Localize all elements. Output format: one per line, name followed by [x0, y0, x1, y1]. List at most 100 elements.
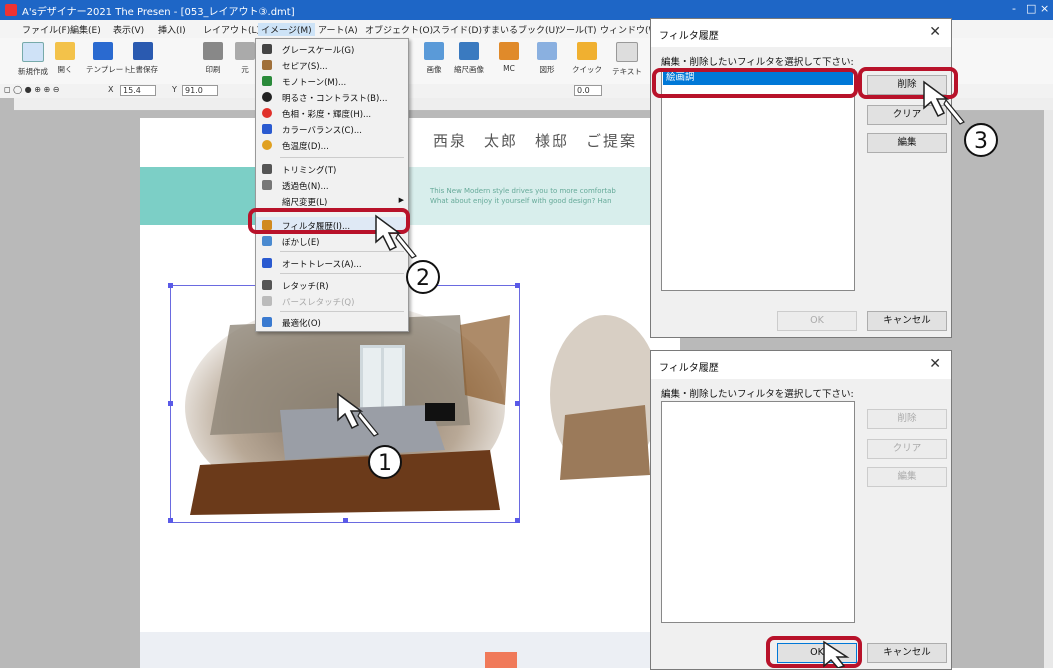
delete-button[interactable]: 削除 — [867, 409, 947, 429]
menu-item-retouch[interactable]: レタッチ(R) — [256, 277, 408, 293]
transparent-icon — [262, 180, 272, 190]
maximize-button[interactable]: □ — [1026, 2, 1036, 15]
trim-icon — [262, 164, 272, 174]
edit-button[interactable]: 編集 — [867, 467, 947, 487]
edit-button[interactable]: 編集 — [867, 133, 947, 153]
menu-item-scale[interactable]: 縮尺変更(L) ▶ — [256, 193, 408, 209]
monotone-icon — [262, 76, 272, 86]
shape-icon — [537, 42, 557, 60]
dialog-title: フィルタ履歴 — [659, 31, 719, 42]
filter-list[interactable]: 絵画調 — [661, 69, 855, 291]
open-button[interactable]: 開く — [48, 42, 82, 75]
dialog-close-icon[interactable]: ✕ — [929, 24, 941, 40]
color-temp-icon — [262, 140, 272, 150]
cursor-arrow-icon — [375, 214, 417, 259]
new-button[interactable]: 新規作成 — [16, 42, 50, 77]
image-icon — [424, 42, 444, 60]
window-title: A'sデザイナー2021 The Presen - [053_レイアウト③.dm… — [22, 7, 295, 18]
print-button[interactable]: 印刷 — [196, 42, 230, 75]
shape-button[interactable]: 図形 — [530, 42, 564, 75]
menu-item-optimize[interactable]: 最適化(O) — [256, 314, 408, 330]
color-balance-icon — [262, 124, 272, 134]
menu-item-color-balance[interactable]: カラーバランス(C)... — [256, 121, 408, 137]
menu-item-perspective-retouch: パースレタッチ(Q) — [256, 293, 408, 309]
slide-caption[interactable]: This New Modern style drives you to more… — [430, 186, 616, 206]
mc-button[interactable]: MC — [492, 42, 526, 73]
menu-file[interactable]: ファイル(F) — [22, 23, 70, 36]
brightness-icon — [262, 92, 272, 102]
dialog-prompt: 編集・削除したいフィルタを選択して下さい: — [661, 389, 854, 400]
template-button[interactable]: テンプレート — [86, 42, 131, 75]
resize-handle[interactable] — [343, 518, 348, 523]
filter-list-empty[interactable] — [661, 401, 855, 623]
zoom-tools-icon[interactable]: ◻ ◯ ● ⊕ ⊕ ⊖ — [4, 85, 59, 94]
resize-handle[interactable] — [515, 283, 520, 288]
minimize-button[interactable]: - — [1012, 2, 1016, 15]
submenu-arrow-icon: ▶ — [398, 196, 404, 204]
callout-1: 1 — [368, 445, 402, 479]
menu-image[interactable]: イメージ(M) — [258, 23, 315, 36]
highlight-list-item — [652, 68, 858, 98]
cancel-button[interactable]: キャンセル — [867, 643, 947, 663]
slide-title[interactable]: 西泉 太郎 様邸 ご提案 — [433, 130, 637, 151]
menu-item-monotone[interactable]: モノトーン(M)... — [256, 73, 408, 89]
menu-item-brightness[interactable]: 明るさ・コントラスト(B)... — [256, 89, 408, 105]
folder-icon — [55, 42, 75, 60]
resize-handle[interactable] — [168, 518, 173, 523]
menu-item-grayscale[interactable]: グレースケール(G) — [256, 41, 408, 57]
image-button[interactable]: 画像 — [417, 42, 451, 75]
dialog-close-icon[interactable]: ✕ — [929, 356, 941, 372]
menu-layout[interactable]: レイアウト(L) — [203, 23, 260, 36]
vertical-scrollbar[interactable] — [1044, 110, 1053, 668]
ok-button[interactable]: OK — [777, 311, 857, 331]
printer-icon — [203, 42, 223, 60]
menu-insert[interactable]: 挿入(I) — [158, 23, 186, 36]
new-icon — [22, 42, 44, 62]
menu-art[interactable]: アート(A) — [318, 23, 358, 36]
resize-handle[interactable] — [515, 518, 520, 523]
close-button[interactable]: × — [1040, 2, 1049, 15]
resize-handle[interactable] — [515, 401, 520, 406]
second-room-image[interactable] — [545, 305, 655, 485]
teal-accent — [140, 167, 262, 225]
text-icon — [616, 42, 638, 62]
quick-button[interactable]: クイック — [570, 42, 604, 75]
cancel-button[interactable]: キャンセル — [867, 311, 947, 331]
menu-tools[interactable]: ツール(T) — [557, 23, 597, 36]
menu-item-sepia[interactable]: セピア(S)... — [256, 57, 408, 73]
y-label: Y — [172, 85, 177, 94]
save-icon — [133, 42, 153, 60]
menu-item-color-temp[interactable]: 色温度(D)... — [256, 137, 408, 153]
scaled-image-button[interactable]: 縮尺画像 — [452, 42, 486, 75]
cursor-arrow-icon — [823, 640, 850, 668]
mc-icon — [499, 42, 519, 60]
title-bar: A'sデザイナー2021 The Presen - [053_レイアウト③.dm… — [0, 0, 1053, 20]
x-input[interactable]: 15.4 — [120, 85, 156, 96]
menu-item-transparent[interactable]: 透過色(N)... — [256, 177, 408, 193]
resize-handle[interactable] — [168, 283, 173, 288]
retouch-icon — [262, 280, 272, 290]
y-input[interactable]: 91.0 — [182, 85, 218, 96]
grayscale-icon — [262, 44, 272, 54]
slide-footer — [140, 632, 680, 668]
quick-icon — [577, 42, 597, 60]
app-icon — [5, 4, 17, 16]
text-button[interactable]: テキスト — [610, 42, 644, 77]
save-button[interactable]: 上書保存 — [126, 42, 160, 75]
dialog-title: フィルタ履歴 — [659, 363, 719, 374]
filter-history-dialog-bottom: フィルタ履歴 ✕ 編集・削除したいフィルタを選択して下さい: 削除 クリア 編集… — [650, 350, 952, 670]
menu-edit[interactable]: 編集(E) — [70, 23, 101, 36]
menu-object[interactable]: オブジェクト(O) — [365, 23, 433, 36]
angle-input[interactable]: 0.0 — [574, 85, 602, 96]
resize-handle[interactable] — [168, 401, 173, 406]
menu-view[interactable]: 表示(V) — [113, 23, 144, 36]
house-icon — [459, 42, 479, 60]
menu-item-hue[interactable]: 色相・彩度・輝度(H)... — [256, 105, 408, 121]
menu-item-trimming[interactable]: トリミング(T) — [256, 161, 408, 177]
menu-separator — [280, 311, 404, 312]
menu-smilebook[interactable]: すまいるブック(U) — [482, 23, 559, 36]
clear-button[interactable]: クリア — [867, 439, 947, 459]
sepia-icon — [262, 60, 272, 70]
menu-slide[interactable]: スライド(D) — [432, 23, 482, 36]
menu-separator — [280, 273, 404, 274]
